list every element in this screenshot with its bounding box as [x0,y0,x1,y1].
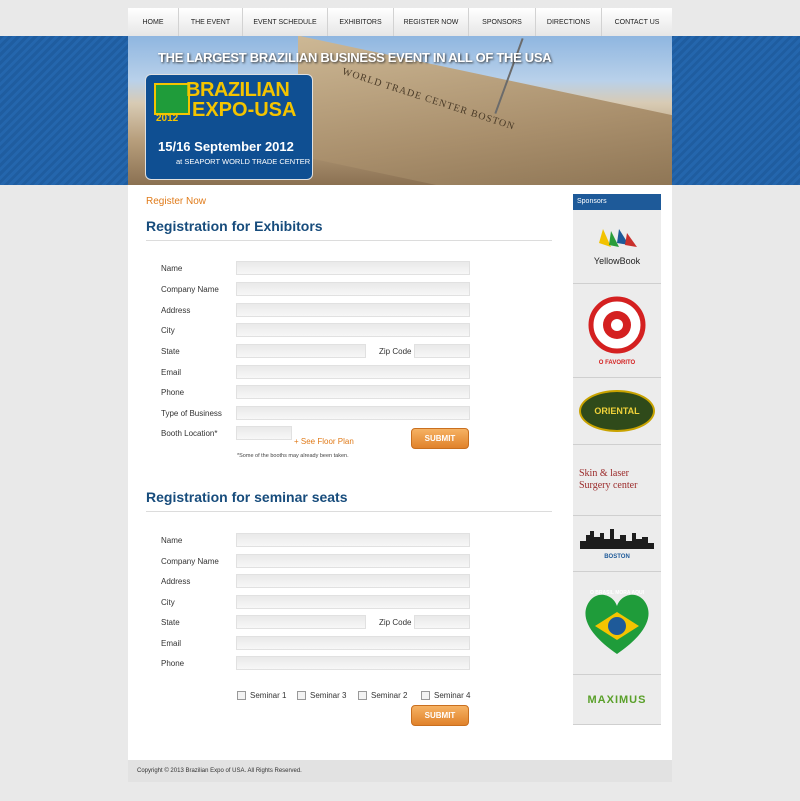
footer-copyright: Copyright © 2013 Brazilian Expo of USA. … [128,760,672,782]
seminar-1-label: Seminar 1 [250,691,287,700]
ex-company-input[interactable] [236,282,470,296]
seminar-3-label: Seminar 3 [310,691,347,700]
ex-address-label: Address [161,306,191,315]
exhibitors-submit-button[interactable]: SUBMIT [411,428,469,449]
ex-booth-input[interactable] [236,426,292,440]
sponsor-skin-laser-name: Skin & laser Surgery center [579,468,638,491]
sem-company-input[interactable] [236,554,470,568]
ex-booth-label: Booth Location* [161,429,218,438]
page-container: HOME THE EVENT EVENT SCHEDULE EXHIBITORS… [128,8,672,782]
ex-city-label: City [161,326,175,335]
ex-phone-input[interactable] [236,385,470,399]
sponsor-boston[interactable]: BOSTON [573,516,661,572]
brazil-heart-icon [585,594,649,654]
ex-name-label: Name [161,264,183,273]
sponsor-brasil-name: O BRASIL MORA AQUI [590,590,644,596]
sem-zip-input[interactable] [414,615,470,629]
seminar-2-checkbox[interactable] [358,691,367,700]
hero-banner: WORLD TRADE CENTER BOSTON THE LARGEST BR… [128,36,672,185]
ex-zip-label: Zip Code [379,347,412,356]
ofavorito-logo-icon [588,296,646,354]
ex-company-label: Company Name [161,285,219,294]
seminar-3-checkbox[interactable] [297,691,306,700]
sem-name-input[interactable] [236,533,470,547]
sponsor-brasil-mora-aqui[interactable]: O BRASIL MORA AQUI [573,572,661,675]
ex-city-input[interactable] [236,323,470,337]
sem-zip-label: Zip Code [379,618,412,627]
ex-address-input[interactable] [236,303,470,317]
sponsor-ofavorito[interactable]: O FAVORITO [573,284,661,378]
sem-phone-input[interactable] [236,656,470,670]
see-floor-plan-link[interactable]: + See Floor Plan [294,437,354,446]
event-logo[interactable]: BRAZILIAN 2012 EXPO-USA 15/16 September … [145,74,313,180]
ex-business-label: Type of Business [161,409,222,418]
banner-tagline: THE LARGEST BRAZILIAN BUSINESS EVENT IN … [158,50,552,65]
sponsor-yellowbook[interactable]: YellowBook [573,210,661,284]
ex-email-input[interactable] [236,365,470,379]
ex-zip-input[interactable] [414,344,470,358]
seminar-2-option[interactable]: Seminar 2 [358,691,407,700]
seminar-1-checkbox[interactable] [237,691,246,700]
ex-state-input[interactable] [236,344,366,358]
ex-phone-label: Phone [161,388,185,397]
sponsors-heading: Sponsors [573,194,661,210]
nav-home[interactable]: HOME [128,8,179,36]
seminar-divider [146,511,552,512]
main-nav: HOME THE EVENT EVENT SCHEDULE EXHIBITORS… [128,8,672,37]
sponsor-oriental[interactable]: ORIENTAL [573,378,661,445]
sem-address-label: Address [161,577,191,586]
sponsor-ofavorito-name: O FAVORITO [598,360,636,366]
booth-note: *Some of the booths may already been tak… [237,453,349,459]
event-venue: at SEAPORT WORLD TRADE CENTER [176,157,311,166]
sponsor-oriental-name: ORIENTAL [579,390,655,432]
seminar-4-option[interactable]: Seminar 4 [421,691,470,700]
sem-phone-label: Phone [161,659,185,668]
seminar-3-option[interactable]: Seminar 3 [297,691,346,700]
seminar-title: Registration for seminar seats [146,489,348,505]
sem-email-label: Email [161,639,182,648]
sponsor-maximus[interactable]: MAXIMUS [573,675,661,725]
sem-email-input[interactable] [236,636,470,650]
sem-state-input[interactable] [236,615,366,629]
ex-business-input[interactable] [236,406,470,420]
ex-name-input[interactable] [236,261,470,275]
seminar-4-label: Seminar 4 [434,691,471,700]
logo-title-line2: EXPO-USA [192,99,297,121]
sponsor-maximus-name: MAXIMUS [587,693,647,706]
nav-event-schedule[interactable]: EVENT SCHEDULE [243,8,328,36]
exhibitors-divider [146,240,552,241]
brazil-flag-icon [154,83,190,115]
sem-city-input[interactable] [236,595,470,609]
nav-exhibitors[interactable]: EXHIBITORS [328,8,394,36]
sem-company-label: Company Name [161,557,219,566]
nav-the-event[interactable]: THE EVENT [179,8,243,36]
sem-state-label: State [161,618,180,627]
boston-skyline-icon [580,529,654,549]
sponsor-boston-name: BOSTON [604,554,630,560]
seminar-2-label: Seminar 2 [371,691,408,700]
ex-state-label: State [161,347,180,356]
nav-sponsors[interactable]: SPONSORS [469,8,536,36]
seminar-4-checkbox[interactable] [421,691,430,700]
sponsor-yellowbook-name: YellowBook [593,256,641,266]
nav-directions[interactable]: DIRECTIONS [536,8,602,36]
sem-name-label: Name [161,536,183,545]
exhibitors-title: Registration for Exhibitors [146,218,323,234]
logo-year: 2012 [156,113,179,124]
breadcrumb: Register Now [146,196,207,207]
nav-contact-us[interactable]: CONTACT US [602,8,672,36]
sponsor-skin-laser[interactable]: Skin & laser Surgery center [573,445,661,516]
yellowbook-logo-icon [598,229,637,247]
seminar-submit-button[interactable]: SUBMIT [411,705,469,726]
sem-city-label: City [161,598,175,607]
event-dates: 15/16 September 2012 [158,139,294,154]
ex-email-label: Email [161,368,182,377]
sem-address-input[interactable] [236,574,470,588]
seminar-1-option[interactable]: Seminar 1 [237,691,286,700]
nav-register-now[interactable]: REGISTER NOW [394,8,469,36]
